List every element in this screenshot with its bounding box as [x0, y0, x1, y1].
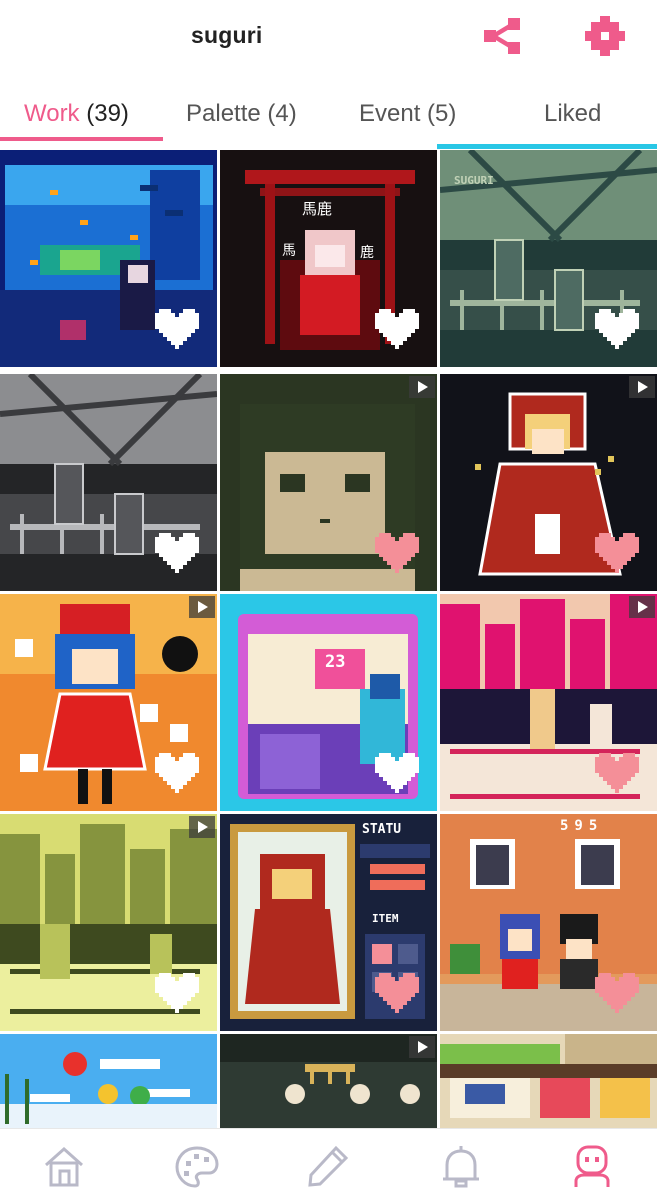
bell-icon[interactable]	[437, 1143, 485, 1191]
bottom-navigation	[0, 1128, 657, 1201]
tab-label: Liked	[544, 100, 602, 127]
tab-palette[interactable]: Palette (4)	[186, 100, 297, 128]
liked-heart-icon[interactable]	[595, 973, 639, 1013]
share-icon[interactable]	[481, 14, 525, 58]
score-display: 23	[325, 652, 346, 672]
artwork-red-shrine[interactable]: 馬鹿 馬 鹿	[220, 150, 437, 367]
artwork-teal-station[interactable]: SUGURI	[440, 150, 657, 367]
artwork-red-hood[interactable]	[440, 374, 657, 591]
home-icon[interactable]	[40, 1143, 88, 1191]
artwork-yellow-city[interactable]	[0, 814, 217, 1031]
tab-count: (5)	[427, 100, 457, 127]
tab-count: (4)	[267, 100, 297, 127]
liked-heart-icon[interactable]	[375, 973, 419, 1013]
like-heart-icon[interactable]	[375, 309, 419, 349]
pencil-icon[interactable]	[304, 1143, 352, 1191]
artwork-image	[440, 1034, 657, 1128]
artwork-claw-machine[interactable]: 23	[220, 594, 437, 811]
artwork-dark-chandelier[interactable]	[220, 1034, 437, 1128]
palette-icon[interactable]	[173, 1143, 221, 1191]
tab-count: (39)	[86, 100, 129, 127]
tab-label: Palette	[186, 100, 261, 127]
gear-icon[interactable]	[583, 14, 627, 58]
like-heart-icon[interactable]	[595, 309, 639, 349]
liked-heart-icon[interactable]	[375, 533, 419, 573]
profile-icon[interactable]	[568, 1143, 616, 1191]
artwork-status-card[interactable]: STATU ITEM	[220, 814, 437, 1031]
artwork-orange-street[interactable]: 595	[440, 814, 657, 1031]
status-label: STATU	[362, 822, 402, 837]
like-heart-icon[interactable]	[155, 753, 199, 793]
shop-sign: 595	[560, 818, 604, 834]
tab-label: Event	[359, 100, 421, 127]
artwork-balloons[interactable]	[0, 1034, 217, 1128]
tab-event[interactable]: Event (5)	[359, 100, 456, 128]
shrine-text-top: 馬鹿	[302, 200, 333, 218]
artwork-orange-shrine-maiden[interactable]	[0, 594, 217, 811]
tab-label: Work	[24, 100, 80, 127]
animation-badge	[629, 376, 655, 398]
tab-liked[interactable]: Liked	[544, 100, 601, 128]
station-sign: SUGURI	[454, 174, 494, 187]
app-header: suguri	[0, 0, 657, 80]
animation-badge	[629, 596, 655, 618]
animation-badge	[409, 376, 435, 398]
animation-badge	[409, 1036, 435, 1058]
shrine-text-right: 鹿	[360, 245, 374, 261]
artwork-green-portrait[interactable]	[220, 374, 437, 591]
shrine-text-left: 馬	[282, 243, 296, 259]
like-heart-icon[interactable]	[375, 753, 419, 793]
like-heart-icon[interactable]	[155, 533, 199, 573]
liked-heart-icon[interactable]	[595, 533, 639, 573]
artwork-image	[220, 1034, 437, 1128]
animation-badge	[189, 596, 215, 618]
like-heart-icon[interactable]	[155, 309, 199, 349]
animation-badge	[189, 816, 215, 838]
active-tab-indicator	[0, 137, 163, 141]
tab-work[interactable]: Work (39)	[24, 100, 129, 128]
liked-heart-icon[interactable]	[595, 753, 639, 793]
artwork-aquarium[interactable]	[0, 150, 217, 367]
profile-username: suguri	[191, 22, 263, 48]
artwork-grid: 馬鹿 馬 鹿 SUGURI 23 STATU ITEM 595	[0, 146, 657, 1128]
artwork-pink-city[interactable]	[440, 594, 657, 811]
artwork-image	[0, 1034, 217, 1128]
item-label: ITEM	[372, 912, 399, 925]
artwork-gray-station[interactable]	[0, 374, 217, 591]
like-heart-icon[interactable]	[155, 973, 199, 1013]
artwork-market[interactable]	[440, 1034, 657, 1128]
